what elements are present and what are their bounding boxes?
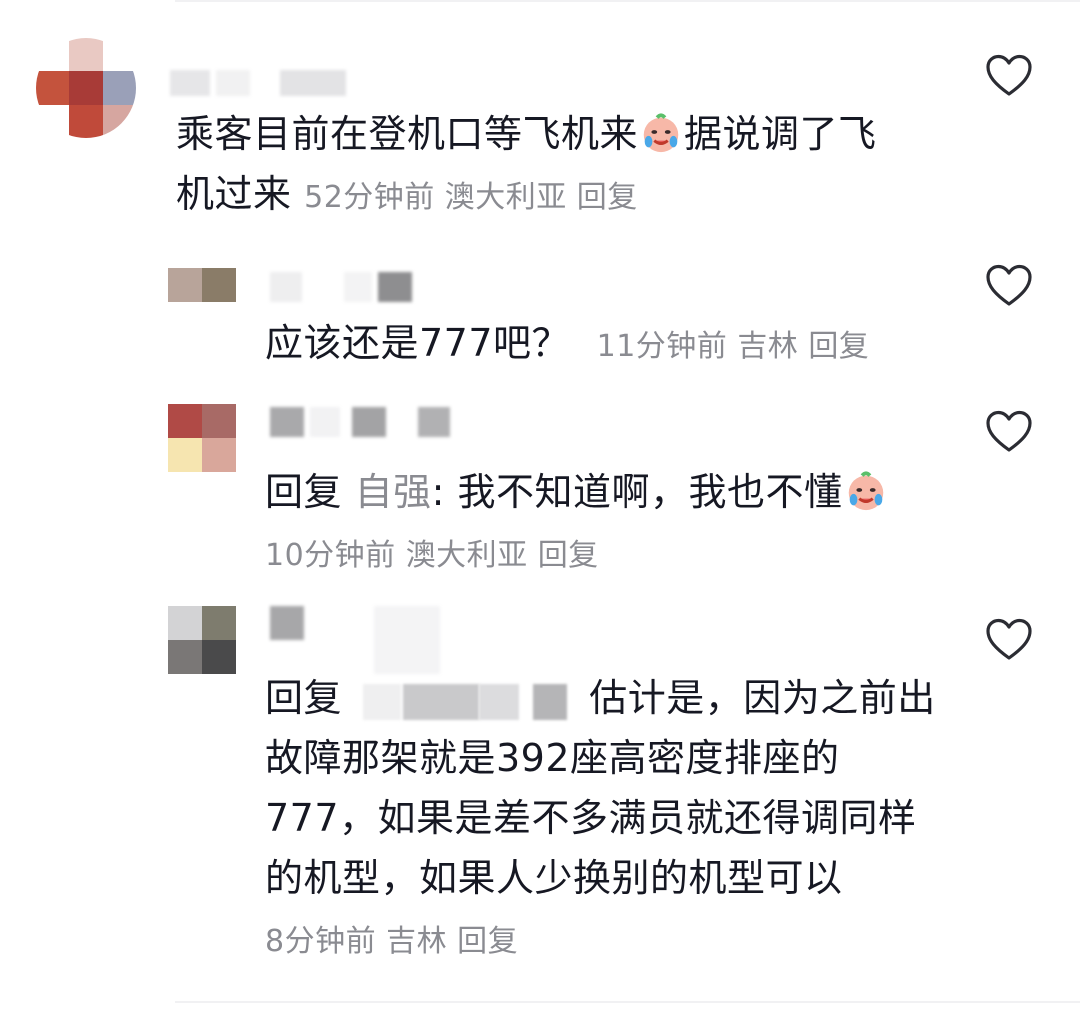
timestamp: 10分钟前 — [265, 538, 396, 573]
location: 澳大利亚 — [444, 180, 567, 215]
reply-button[interactable]: 回复 — [538, 538, 599, 573]
comment-text: 乘客目前在登机口等飞机来 据说调了飞 机过来 52分钟前 澳大利亚 回复 — [176, 104, 877, 228]
crying-face-emoji-icon — [848, 471, 883, 511]
comment-text: 回复 自强: 我不知道啊，我也不懂 10分钟前 澳大利亚 回复 — [265, 462, 889, 586]
reply-button[interactable]: 回复 — [457, 924, 518, 959]
location: 吉林 — [737, 329, 799, 364]
avatar[interactable] — [168, 606, 236, 674]
username-redacted[interactable] — [170, 68, 346, 98]
reply-prefix: 回复 — [265, 470, 343, 514]
reply-prefix: 回复 — [265, 676, 343, 720]
heart-outline-icon[interactable] — [985, 54, 1033, 98]
bottom-divider — [175, 1001, 1080, 1003]
heart-outline-icon[interactable] — [985, 264, 1033, 308]
location: 澳大利亚 — [405, 538, 528, 573]
heart-outline-icon[interactable] — [985, 618, 1033, 662]
timestamp: 8分钟前 — [265, 924, 377, 959]
username-redacted[interactable] — [270, 407, 450, 437]
reply-target-username[interactable]: 自强 — [355, 470, 432, 514]
timestamp: 11分钟前 — [596, 329, 728, 364]
location: 吉林 — [386, 924, 448, 959]
avatar[interactable] — [168, 268, 236, 302]
avatar[interactable] — [36, 38, 136, 138]
reply-target-redacted[interactable] — [355, 676, 567, 726]
comment-text: 回复 估计是，因为之前出 故障那架就是392座高密度排座的 777，如果是差不多… — [265, 676, 936, 959]
crying-face-emoji-icon — [643, 113, 679, 153]
username-redacted[interactable] — [270, 272, 412, 302]
comment-text: 应该还是777吧？ 11分钟前 吉林 回复 — [265, 321, 870, 365]
reply-button[interactable]: 回复 — [808, 329, 869, 364]
heart-outline-icon[interactable] — [985, 410, 1033, 454]
avatar[interactable] — [168, 404, 236, 472]
username-redacted[interactable] — [270, 606, 440, 676]
timestamp: 52分钟前 — [304, 180, 435, 215]
top-divider — [175, 0, 1080, 2]
reply-button[interactable]: 回复 — [577, 180, 638, 215]
